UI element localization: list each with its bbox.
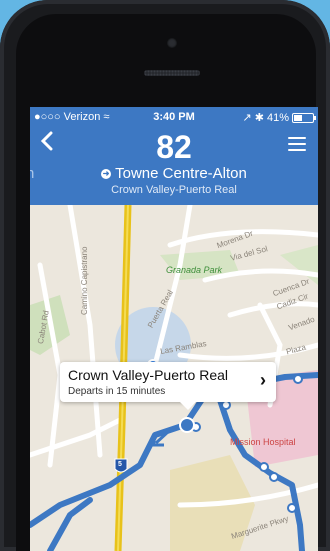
stop-name: Crown Valley-Puerto Real bbox=[111, 184, 237, 196]
interstate-shield-label: 5 bbox=[118, 461, 122, 468]
route-destination: ➜ Towne Centre-Alton bbox=[30, 165, 318, 182]
callout-title: Crown Valley-Puerto Real bbox=[68, 367, 229, 383]
battery-percent: 41% bbox=[266, 111, 289, 124]
bluetooth-icon: ✱ bbox=[254, 112, 264, 124]
status-bar: ●○○○ Verizon ≈ 3:40 PM ↗ ✱ 41% bbox=[30, 111, 318, 125]
app-screen: ●○○○ Verizon ≈ 3:40 PM ↗ ✱ 41% 82 n ➜ To… bbox=[30, 107, 318, 551]
route-number: 82 bbox=[156, 129, 192, 165]
chevron-right-icon: › bbox=[260, 370, 266, 390]
status-right: ↗ ✱ 41% bbox=[242, 111, 316, 124]
hospital-label: Mission Hospital bbox=[230, 437, 296, 447]
direction-arrow-icon: ➜ bbox=[101, 168, 112, 179]
earpiece-speaker bbox=[144, 70, 200, 76]
location-arrow-icon: ↗ bbox=[242, 112, 252, 124]
route-header: ●○○○ Verizon ≈ 3:40 PM ↗ ✱ 41% 82 n ➜ To… bbox=[30, 107, 318, 205]
destination-text: Towne Centre-Alton bbox=[115, 165, 247, 182]
callout-subtitle: Departs in 15 minutes bbox=[68, 386, 166, 397]
stop-callout[interactable]: Crown Valley-Puerto Real Departs in 15 m… bbox=[60, 362, 276, 410]
battery-icon bbox=[292, 112, 316, 123]
map-view[interactable]: Morena Dr Via del Sol Granada Park Camin… bbox=[30, 205, 318, 551]
park-label: Granada Park bbox=[166, 265, 223, 275]
street-label: Camino Capistrano bbox=[80, 246, 89, 315]
front-camera bbox=[167, 38, 177, 48]
